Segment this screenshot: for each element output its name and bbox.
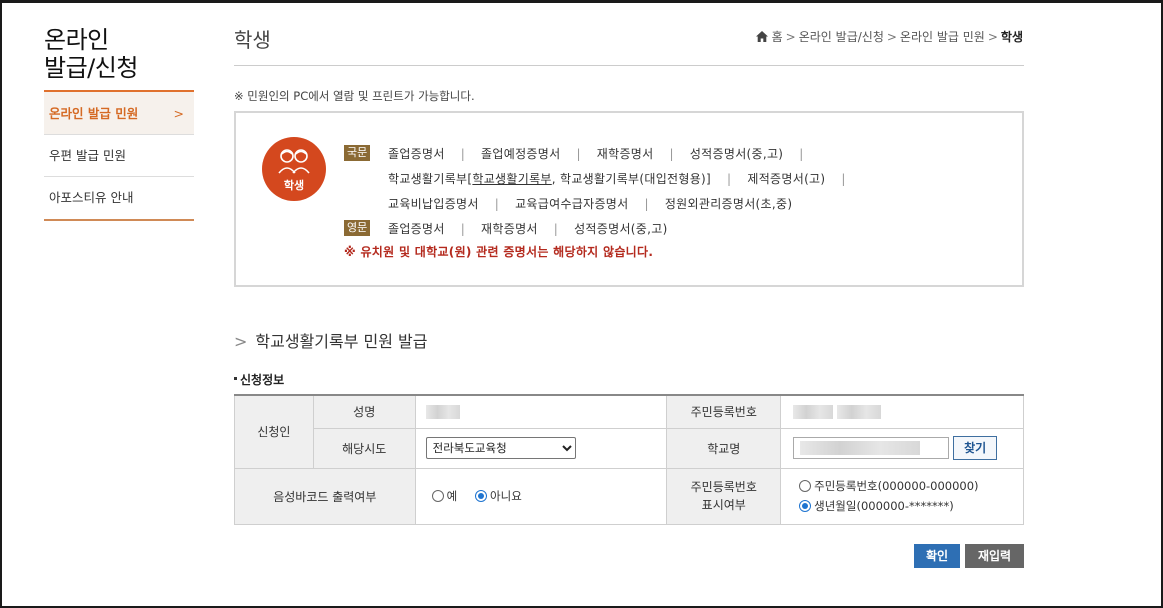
region-cell: 전라북도교육청 xyxy=(414,427,668,469)
breadcrumb-home[interactable]: 홈 xyxy=(772,30,783,44)
rrn-display-label: 주민등록번호 표시여부 xyxy=(666,467,782,525)
school-input[interactable] xyxy=(793,437,950,459)
sidebar-nav: 온라인 발급 민원 > 우편 발급 민원 아포스티유 안내 xyxy=(44,90,194,221)
cert-link[interactable]: 재학증명서 xyxy=(481,222,538,236)
rrn-value xyxy=(780,394,1024,429)
sidebar-item-online-issuance[interactable]: 온라인 발급 민원 > xyxy=(44,92,194,135)
radio-button[interactable] xyxy=(475,490,488,502)
students-icon xyxy=(278,149,310,174)
sidebar-item-apostille[interactable]: 아포스티유 안내 xyxy=(44,177,194,219)
cert-link[interactable]: 졸업증명서 xyxy=(388,222,445,236)
cert-link[interactable]: 성적증명서(중,고) xyxy=(690,147,783,161)
cert-link[interactable]: 성적증명서(중,고) xyxy=(574,222,667,236)
radio-button[interactable] xyxy=(799,480,812,492)
rrn-display-options: 주민등록번호(000000-000000) 생년월일(000000-******… xyxy=(780,467,1024,525)
voice-option-no[interactable]: 아니요 xyxy=(475,489,522,503)
section-heading: > 학교생활기록부 민원 발급 xyxy=(234,332,428,351)
radio-button[interactable] xyxy=(799,500,812,512)
warning-text: ※ 유치원 및 대학교(원) 관련 증명서는 해당하지 않습니다. xyxy=(344,245,654,259)
korean-cert-row-2: 학교생활기록부[학교생활기록부, 학교생활기록부(대입전형용)] | 제적증명서(고… xyxy=(388,172,846,186)
chevron-right-icon: > xyxy=(234,332,248,351)
english-cert-row: 졸업증명서 | 재학증명서 | 성적증명서(중,고) xyxy=(388,222,668,236)
application-form: 신청인 성명 주민등록번호 해당시도 전라북도교육청 학교명 찾기 음성바코드 … xyxy=(234,394,1024,525)
school-label: 학교명 xyxy=(666,427,782,469)
sidebar-title: 온라인 발급/신청 xyxy=(44,26,138,82)
breadcrumb-online[interactable]: 온라인 발급/신청 xyxy=(799,30,884,44)
rrn-option-full[interactable]: 주민등록번호(000000-000000) xyxy=(799,476,1009,496)
korean-tag: 국문 xyxy=(344,145,371,161)
korean-cert-row-3: 교육비납입증명서 | 교육급여수급자증명서 | 정원외관리증명서(초,중) xyxy=(388,197,793,211)
applicant-label: 신청인 xyxy=(234,394,314,469)
rrn-label: 주민등록번호 xyxy=(666,394,782,429)
region-select[interactable]: 전라북도교육청 xyxy=(425,437,576,459)
cert-link[interactable]: 교육비납입증명서 xyxy=(388,197,479,211)
certificate-info-box: 학생 국문 졸업증명서 | 졸업예정증명서 | 재학증명서 | 성적증명서(중,고) | 학교… xyxy=(234,111,1024,287)
breadcrumb-current: 학생 xyxy=(1000,30,1023,44)
voice-barcode-label: 음성바코드 출력여부 xyxy=(234,467,416,525)
confirm-button[interactable]: 확인 xyxy=(914,544,960,568)
cert-link[interactable]: 교육급여수급자증명서 xyxy=(515,197,628,211)
cert-link[interactable]: 재학증명서 xyxy=(597,147,654,161)
cert-link[interactable]: 졸업예정증명서 xyxy=(481,147,560,161)
cert-link[interactable]: 졸업증명서 xyxy=(388,147,445,161)
page-title: 학생 xyxy=(234,28,271,52)
voice-option-yes[interactable]: 예 xyxy=(431,489,457,503)
notice-text: ※ 민원인의 PC에서 열람 및 프린트가 가능합니다. xyxy=(234,89,475,103)
voice-barcode-options: 예 아니요 xyxy=(414,467,668,525)
student-badge: 학생 xyxy=(262,137,326,201)
sidebar-item-postal-issuance[interactable]: 우편 발급 민원 xyxy=(44,135,194,177)
cert-link[interactable]: 정원외관리증명서(초,중) xyxy=(665,197,792,211)
find-school-button[interactable]: 찾기 xyxy=(953,436,998,460)
school-cell: 찾기 xyxy=(780,427,1024,469)
bullet-icon xyxy=(234,377,237,380)
header-divider xyxy=(234,65,1024,66)
name-label: 성명 xyxy=(312,394,416,429)
breadcrumb-online-issuance[interactable]: 온라인 발급 민원 xyxy=(900,30,985,44)
breadcrumb: 홈 > 온라인 발급/신청 > 온라인 발급 민원 > 학생 xyxy=(755,28,1023,45)
korean-cert-row-1: 졸업증명서 | 졸업예정증명서 | 재학증명서 | 성적증명서(중,고) | xyxy=(388,147,804,161)
rrn-option-birthdate[interactable]: 생년월일(000000-*******) xyxy=(799,496,1009,516)
english-tag: 영문 xyxy=(344,220,371,236)
school-record-link[interactable]: 학교생활기록부 xyxy=(472,172,551,186)
sub-heading: 신청정보 xyxy=(234,371,284,388)
cert-link[interactable]: , 학교생활기록부(대입전형용)] xyxy=(552,172,711,186)
chevron-right-icon: > xyxy=(173,106,184,121)
home-icon xyxy=(755,31,768,42)
name-value xyxy=(414,394,668,429)
radio-button[interactable] xyxy=(431,490,444,502)
reset-button[interactable]: 재입력 xyxy=(965,544,1024,568)
cert-link[interactable]: 제적증명서(고) xyxy=(747,172,825,186)
region-label: 해당시도 xyxy=(312,427,416,469)
